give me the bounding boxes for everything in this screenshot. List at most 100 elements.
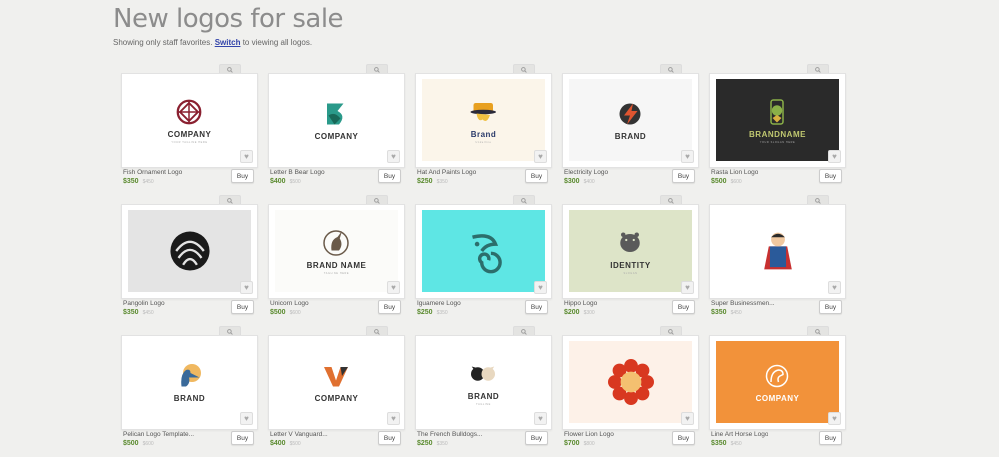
logo-thumbnail[interactable]: COMPANY	[716, 341, 839, 423]
heart-icon[interactable]: ♥	[828, 281, 841, 294]
logo-thumbnail[interactable]	[422, 210, 545, 292]
current-price: $350	[711, 309, 727, 316]
current-price: $400	[270, 178, 286, 185]
magnifier-icon	[668, 66, 674, 73]
logo-thumbnail[interactable]: BRANDNAME YOUR SLOGAN HERE	[716, 79, 839, 161]
logo-tile-13: BRAND TAGLINE ♥ The French Bulldogs... $2…	[415, 326, 552, 457]
logo-tagline: Underline	[475, 140, 492, 144]
magnifier-icon	[815, 66, 821, 73]
logo-thumbnail[interactable]: COMPANY	[275, 341, 398, 423]
logo-name[interactable]: Iguamere Logo	[417, 300, 461, 307]
heart-icon[interactable]: ♥	[534, 150, 547, 163]
logo-name[interactable]: Letter B Bear Logo	[270, 169, 325, 176]
logo-name[interactable]: Letter V Vanguard...	[270, 431, 328, 438]
logo-thumbnail[interactable]: BRAND TAGLINE	[422, 341, 545, 423]
logo-price: $350 $450	[123, 309, 154, 316]
heart-icon[interactable]: ♥	[387, 150, 400, 163]
magnifier-icon	[815, 197, 821, 204]
buy-button[interactable]: Buy	[231, 169, 254, 183]
electricity-icon	[619, 103, 641, 125]
old-price: $600	[142, 441, 154, 447]
buy-button[interactable]: Buy	[525, 431, 548, 445]
logo-name[interactable]: Flower Lion Logo	[564, 431, 614, 438]
logo-card[interactable]: ♥	[562, 335, 699, 430]
flower-lion-icon	[607, 359, 654, 405]
buy-button[interactable]: Buy	[231, 300, 254, 314]
logo-thumbnail[interactable]: BRAND NAME TAGLINE HERE	[275, 210, 398, 292]
current-price: $350	[711, 440, 727, 447]
logo-card[interactable]: BRAND ♥	[121, 335, 258, 430]
logo-thumbnail[interactable]	[716, 210, 839, 292]
logo-card[interactable]: IDENTITY SLOGAN ♥	[562, 204, 699, 299]
magnifier-icon	[374, 66, 380, 73]
buy-button[interactable]: Buy	[378, 431, 401, 445]
logo-thumbnail[interactable]	[128, 210, 251, 292]
magnifier-icon	[227, 66, 233, 73]
logo-tile-4: BRAND ♥ Electricity Logo $300 $400 Buy	[562, 64, 699, 195]
logo-name[interactable]: Rasta Lion Logo	[711, 169, 758, 176]
logo-name[interactable]: Pangolin Logo	[123, 300, 165, 307]
logo-thumbnail[interactable]: Brand Underline	[422, 79, 545, 161]
logo-card[interactable]: ♥	[121, 204, 258, 299]
logo-name[interactable]: Pelican Logo Template...	[123, 431, 194, 438]
logo-tile-9: IDENTITY SLOGAN ♥ Hippo Logo $200 $300 Buy	[562, 195, 699, 326]
heart-icon[interactable]: ♥	[387, 281, 400, 294]
heart-icon[interactable]: ♥	[534, 281, 547, 294]
logo-card[interactable]: ♥	[415, 204, 552, 299]
line-art-horse-icon	[766, 364, 789, 388]
logo-name[interactable]: Hippo Logo	[564, 300, 597, 307]
logo-card[interactable]: BRANDNAME YOUR SLOGAN HERE ♥	[709, 73, 846, 168]
letter-v-icon	[324, 367, 349, 387]
subtitle-suffix: to viewing all logos.	[240, 38, 313, 47]
logo-thumbnail[interactable]: COMPANY YOUR TAGLINE HERE	[128, 79, 251, 161]
logo-thumbnail[interactable]: BRAND	[569, 79, 692, 161]
buy-button[interactable]: Buy	[378, 169, 401, 183]
heart-icon[interactable]: ♥	[240, 150, 253, 163]
buy-button[interactable]: Buy	[525, 169, 548, 183]
heart-icon[interactable]: ♥	[240, 412, 253, 425]
heart-icon[interactable]: ♥	[681, 412, 694, 425]
pangolin-icon	[169, 231, 210, 271]
heart-icon[interactable]: ♥	[240, 281, 253, 294]
logo-name[interactable]: Super Businessmen...	[711, 300, 775, 307]
logo-card[interactable]: COMPANY YOUR TAGLINE HERE ♥	[121, 73, 258, 168]
logo-thumbnail[interactable]: BRAND	[128, 341, 251, 423]
heart-icon[interactable]: ♥	[681, 281, 694, 294]
iguana-icon	[471, 234, 502, 274]
heart-icon[interactable]: ♥	[828, 150, 841, 163]
logo-card[interactable]: BRAND TAGLINE ♥	[415, 335, 552, 430]
logo-name[interactable]: Fish Ornament Logo	[123, 169, 182, 176]
heart-icon[interactable]: ♥	[681, 150, 694, 163]
logo-tile-5: BRANDNAME YOUR SLOGAN HERE ♥ Rasta Lion L…	[709, 64, 846, 195]
switch-link[interactable]: Switch	[215, 38, 241, 47]
buy-button[interactable]: Buy	[672, 431, 695, 445]
logo-card[interactable]: COMPANY ♥	[268, 335, 405, 430]
rasta-lion-icon	[770, 98, 785, 125]
logo-card[interactable]: COMPANY ♥	[268, 73, 405, 168]
heart-icon[interactable]: ♥	[387, 412, 400, 425]
heart-icon[interactable]: ♥	[534, 412, 547, 425]
logo-thumbnail[interactable]: IDENTITY SLOGAN	[569, 210, 692, 292]
logo-name[interactable]: Unicorn Logo	[270, 300, 309, 307]
buy-button[interactable]: Buy	[672, 300, 695, 314]
logo-card[interactable]: COMPANY ♥	[709, 335, 846, 430]
buy-button[interactable]: Buy	[378, 300, 401, 314]
logo-name[interactable]: Electricity Logo	[564, 169, 608, 176]
buy-button[interactable]: Buy	[819, 431, 842, 445]
logo-thumbnail[interactable]	[569, 341, 692, 423]
logo-card[interactable]: ♥	[709, 204, 846, 299]
buy-button[interactable]: Buy	[525, 300, 548, 314]
buy-button[interactable]: Buy	[819, 300, 842, 314]
logo-card[interactable]: BRAND ♥	[562, 73, 699, 168]
logo-card[interactable]: BRAND NAME TAGLINE HERE ♥	[268, 204, 405, 299]
logo-name[interactable]: The French Bulldogs...	[417, 431, 482, 438]
heart-icon[interactable]: ♥	[828, 412, 841, 425]
current-price: $300	[564, 178, 580, 185]
logo-name[interactable]: Hat And Paints Logo	[417, 169, 476, 176]
buy-button[interactable]: Buy	[819, 169, 842, 183]
buy-button[interactable]: Buy	[672, 169, 695, 183]
logo-name[interactable]: Line Art Horse Logo	[711, 431, 768, 438]
buy-button[interactable]: Buy	[231, 431, 254, 445]
logo-card[interactable]: Brand Underline ♥	[415, 73, 552, 168]
logo-thumbnail[interactable]: COMPANY	[275, 79, 398, 161]
